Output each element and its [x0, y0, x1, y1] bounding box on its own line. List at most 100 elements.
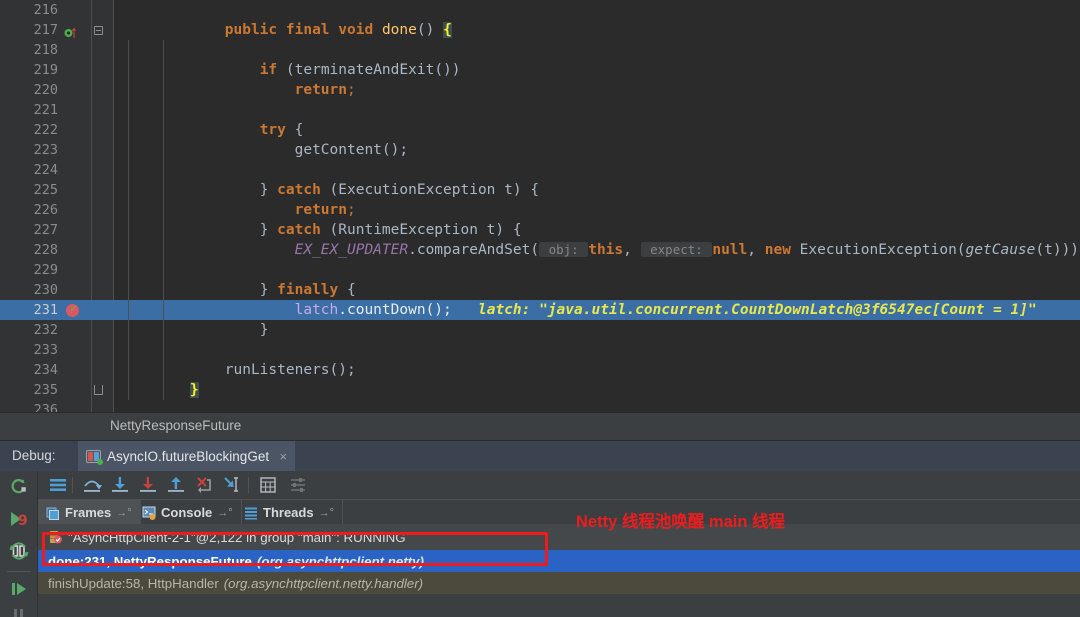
- line-number: 224: [33, 162, 58, 178]
- indent-guide: [163, 280, 164, 300]
- code-line[interactable]: 224: [0, 160, 1080, 180]
- code-editor[interactable]: 216 217 public final void done() { 218 219 …: [0, 0, 1080, 412]
- run-configuration-tab[interactable]: AsyncIO.futureBlockingGet ×: [78, 441, 296, 472]
- step-over-button[interactable]: [82, 476, 102, 494]
- code-line[interactable]: 229: [0, 260, 1080, 280]
- mute-breakpoints-button[interactable]: [9, 541, 29, 561]
- indent-guide: [128, 340, 129, 360]
- code-text: return;: [294, 82, 356, 98]
- code-line[interactable]: 219 if (terminateAndExit()): [0, 60, 1080, 80]
- code-text: try {: [259, 122, 304, 138]
- pause-program-button[interactable]: [9, 607, 29, 617]
- code-lines[interactable]: 216 217 public final void done() { 218 219 …: [0, 0, 1080, 412]
- code-line[interactable]: 230 } finally {: [0, 280, 1080, 300]
- code-line[interactable]: 234 runListeners();: [0, 360, 1080, 380]
- indent-guide: [163, 220, 164, 240]
- indent-guide: [128, 240, 129, 260]
- code-line[interactable]: 227 } catch (RuntimeException t) {: [0, 220, 1080, 240]
- code-line[interactable]: 223 getContent();: [0, 140, 1080, 160]
- evaluate-expression-button[interactable]: [258, 476, 278, 494]
- line-number: 218: [33, 42, 58, 58]
- line-number: 233: [33, 342, 58, 358]
- indent-guide: [128, 120, 129, 140]
- thread-row[interactable]: "AsyncHttpClient-2-1"@2,122 in group "ma…: [38, 524, 1080, 550]
- line-number: 221: [33, 102, 58, 118]
- line-number: 226: [33, 202, 58, 218]
- tab-label: Console: [161, 505, 213, 520]
- code-line[interactable]: 231 ✓ latch.countDown(); latch: "java.uti…: [0, 300, 1080, 320]
- code-line[interactable]: 216: [0, 0, 1080, 20]
- override-method-icon[interactable]: [64, 25, 77, 38]
- run-config-icon: [86, 450, 103, 465]
- show-execution-point-button[interactable]: [48, 476, 68, 494]
- tab-pin-icon[interactable]: →°: [217, 507, 232, 519]
- frames-icon: [46, 506, 60, 520]
- svg-text:9: 9: [18, 513, 28, 529]
- debugger-tabs[interactable]: Frames →° Console →° Threads →°: [38, 499, 1080, 525]
- tab-pin-icon[interactable]: →°: [319, 507, 334, 519]
- step-out-button[interactable]: [166, 476, 186, 494]
- code-line[interactable]: 221: [0, 100, 1080, 120]
- line-number: 235: [33, 382, 58, 398]
- line-number: 227: [33, 222, 58, 238]
- code-text: } finally {: [259, 282, 356, 298]
- indent-guide: [163, 240, 164, 260]
- fold-end-icon[interactable]: [94, 385, 103, 395]
- annotation-text: Netty 线程池唤醒 main 线程: [576, 513, 786, 531]
- code-text: public final void done() {: [224, 22, 452, 38]
- close-icon[interactable]: ×: [279, 449, 287, 464]
- indent-guide: [163, 60, 164, 80]
- code-line[interactable]: 226 return;: [0, 200, 1080, 220]
- debug-tool-window: 9 Frames →° Console →° Threads →° "Async…: [0, 471, 1080, 617]
- code-text: latch.countDown(); latch: "java.util.con…: [294, 302, 1037, 318]
- line-number: 229: [33, 262, 58, 278]
- line-number: 223: [33, 142, 58, 158]
- indent-guide: [128, 280, 129, 300]
- code-line[interactable]: 225 } catch (ExecutionException t) {: [0, 180, 1080, 200]
- code-line[interactable]: 220 return;: [0, 80, 1080, 100]
- rerun-button[interactable]: [9, 477, 29, 497]
- tab-pin-icon[interactable]: →°: [116, 507, 131, 519]
- frames-list[interactable]: "AsyncHttpClient-2-1"@2,122 in group "ma…: [38, 524, 1080, 617]
- indent-guide: [163, 40, 164, 60]
- code-line[interactable]: 222 try {: [0, 120, 1080, 140]
- code-line[interactable]: 236: [0, 400, 1080, 412]
- indent-guide: [163, 200, 164, 220]
- tab-threads[interactable]: Threads →°: [236, 500, 343, 525]
- code-line[interactable]: 217 public final void done() {: [0, 20, 1080, 40]
- settings-button[interactable]: [288, 476, 308, 494]
- drop-frame-button[interactable]: [194, 476, 214, 494]
- tab-console[interactable]: Console →°: [134, 500, 242, 525]
- step-into-button[interactable]: [110, 476, 130, 494]
- frame-package: (org.asynchttpclient.netty): [256, 553, 424, 569]
- stack-frame-row[interactable]: finishUpdate:58, HttpHandler (org.asyncht…: [38, 572, 1080, 594]
- code-text: runListeners();: [224, 362, 356, 378]
- stack-frame-row[interactable]: done:231, NettyResponseFuture (org.asynch…: [38, 550, 1080, 572]
- run-to-cursor-button[interactable]: [222, 476, 242, 494]
- frame-method: finishUpdate:58, HttpHandler: [48, 575, 219, 591]
- view-breakpoints-button[interactable]: 9: [9, 509, 29, 529]
- code-text: EX_EX_UPDATER.compareAndSet( obj: this, …: [294, 242, 1080, 258]
- force-step-into-button[interactable]: [138, 476, 158, 494]
- code-line[interactable]: 233: [0, 340, 1080, 360]
- indent-guide: [163, 180, 164, 200]
- fold-collapse-icon[interactable]: [94, 26, 103, 35]
- breakpoint-verified-icon: ✓: [70, 301, 78, 315]
- indent-guide: [128, 260, 129, 280]
- tab-frames[interactable]: Frames →°: [38, 500, 141, 525]
- breadcrumb[interactable]: NettyResponseFuture: [0, 412, 1080, 440]
- code-line[interactable]: 218: [0, 40, 1080, 60]
- breadcrumb-class[interactable]: NettyResponseFuture: [110, 418, 241, 433]
- indent-guide: [128, 80, 129, 100]
- indent-guide: [163, 80, 164, 100]
- stack-frame-rows[interactable]: done:231, NettyResponseFuture (org.asynch…: [38, 550, 1080, 594]
- resume-program-button[interactable]: [9, 579, 29, 599]
- line-number: 231: [33, 302, 58, 318]
- line-number: 234: [33, 362, 58, 378]
- code-line[interactable]: 232 }: [0, 320, 1080, 340]
- indent-guide: [163, 340, 164, 360]
- code-line[interactable]: 235 }: [0, 380, 1080, 400]
- indent-guide: [128, 360, 129, 380]
- code-line[interactable]: 228 EX_EX_UPDATER.compareAndSet( obj: th…: [0, 240, 1080, 260]
- indent-guide: [163, 120, 164, 140]
